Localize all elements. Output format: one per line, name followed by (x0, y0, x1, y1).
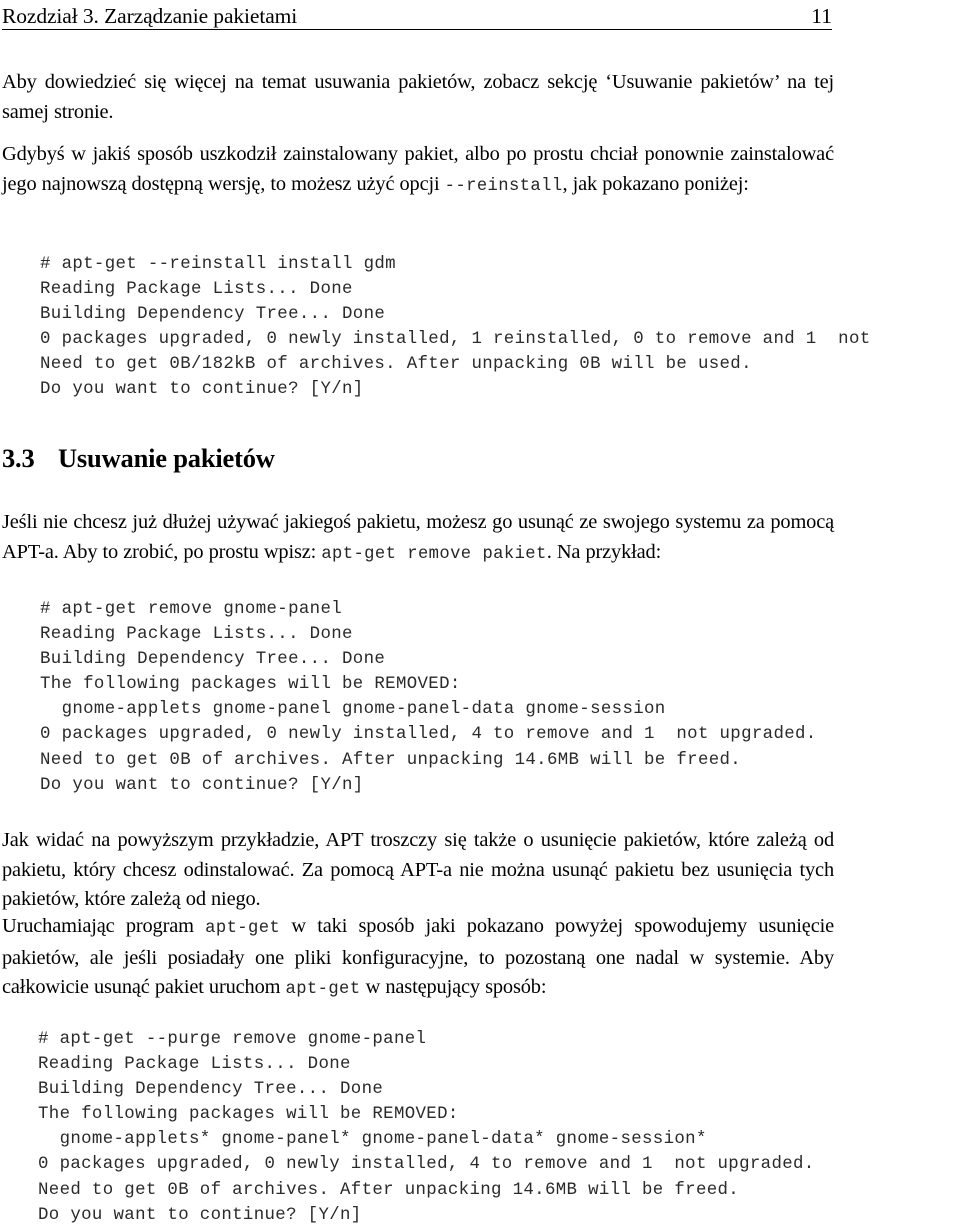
header-divider-rule (2, 29, 832, 30)
inline-code-reinstall-flag: --reinstall (444, 176, 563, 196)
inline-code-apt-get-1: apt-get (205, 919, 281, 938)
document-page: Rozdział 3. Zarządzanie pakietami 11 Aby… (0, 0, 960, 1225)
terminal-output-reinstall: # apt-get --reinstall install gdm Readin… (40, 255, 871, 400)
paragraph-dependencies-text: Jak widać na powyższym przykładzie, APT … (2, 829, 834, 910)
paragraph-dependencies: Jak widać na powyższym przykładzie, APT … (2, 826, 834, 915)
inline-code-apt-get-2: apt-get (285, 980, 361, 999)
paragraph-intro: Aby dowiedzieć się więcej na temat usuwa… (2, 68, 834, 127)
paragraph-purge-intro: Uruchamiając program apt-get w taki spos… (2, 912, 834, 1005)
paragraph-removal-text-after: . Na przykład: (546, 540, 662, 563)
page-number: 11 (811, 4, 832, 28)
paragraph-removal-intro: Jeśli nie chcesz już dłużej używać jakie… (2, 508, 834, 569)
section-number: 3.3 (2, 443, 35, 473)
paragraph-purge-text-3: w następujący sposób: (360, 976, 547, 998)
terminal-output-remove: # apt-get remove gnome-panel Reading Pac… (40, 600, 817, 795)
paragraph-reinstall-intro: Gdybyś w jakiś sposób uszkodził zainstal… (2, 140, 834, 201)
header-chapter-title: Rozdział 3. Zarządzanie pakietami (2, 4, 298, 28)
paragraph-purge-text-1: Uruchamiając program (2, 915, 206, 937)
section-heading-removal: 3.3 Usuwanie pakietów (2, 442, 834, 474)
section-title: Usuwanie pakietów (58, 443, 275, 473)
paragraph-reinstall-text-after: , jak pokazano poniżej: (562, 172, 749, 195)
terminal-output-purge: # apt-get --purge remove gnome-panel Rea… (38, 1030, 815, 1225)
inline-code-apt-get-remove: apt-get remove pakiet (321, 544, 547, 564)
paragraph-intro-text: Aby dowiedzieć się więcej na temat usuwa… (2, 71, 834, 123)
